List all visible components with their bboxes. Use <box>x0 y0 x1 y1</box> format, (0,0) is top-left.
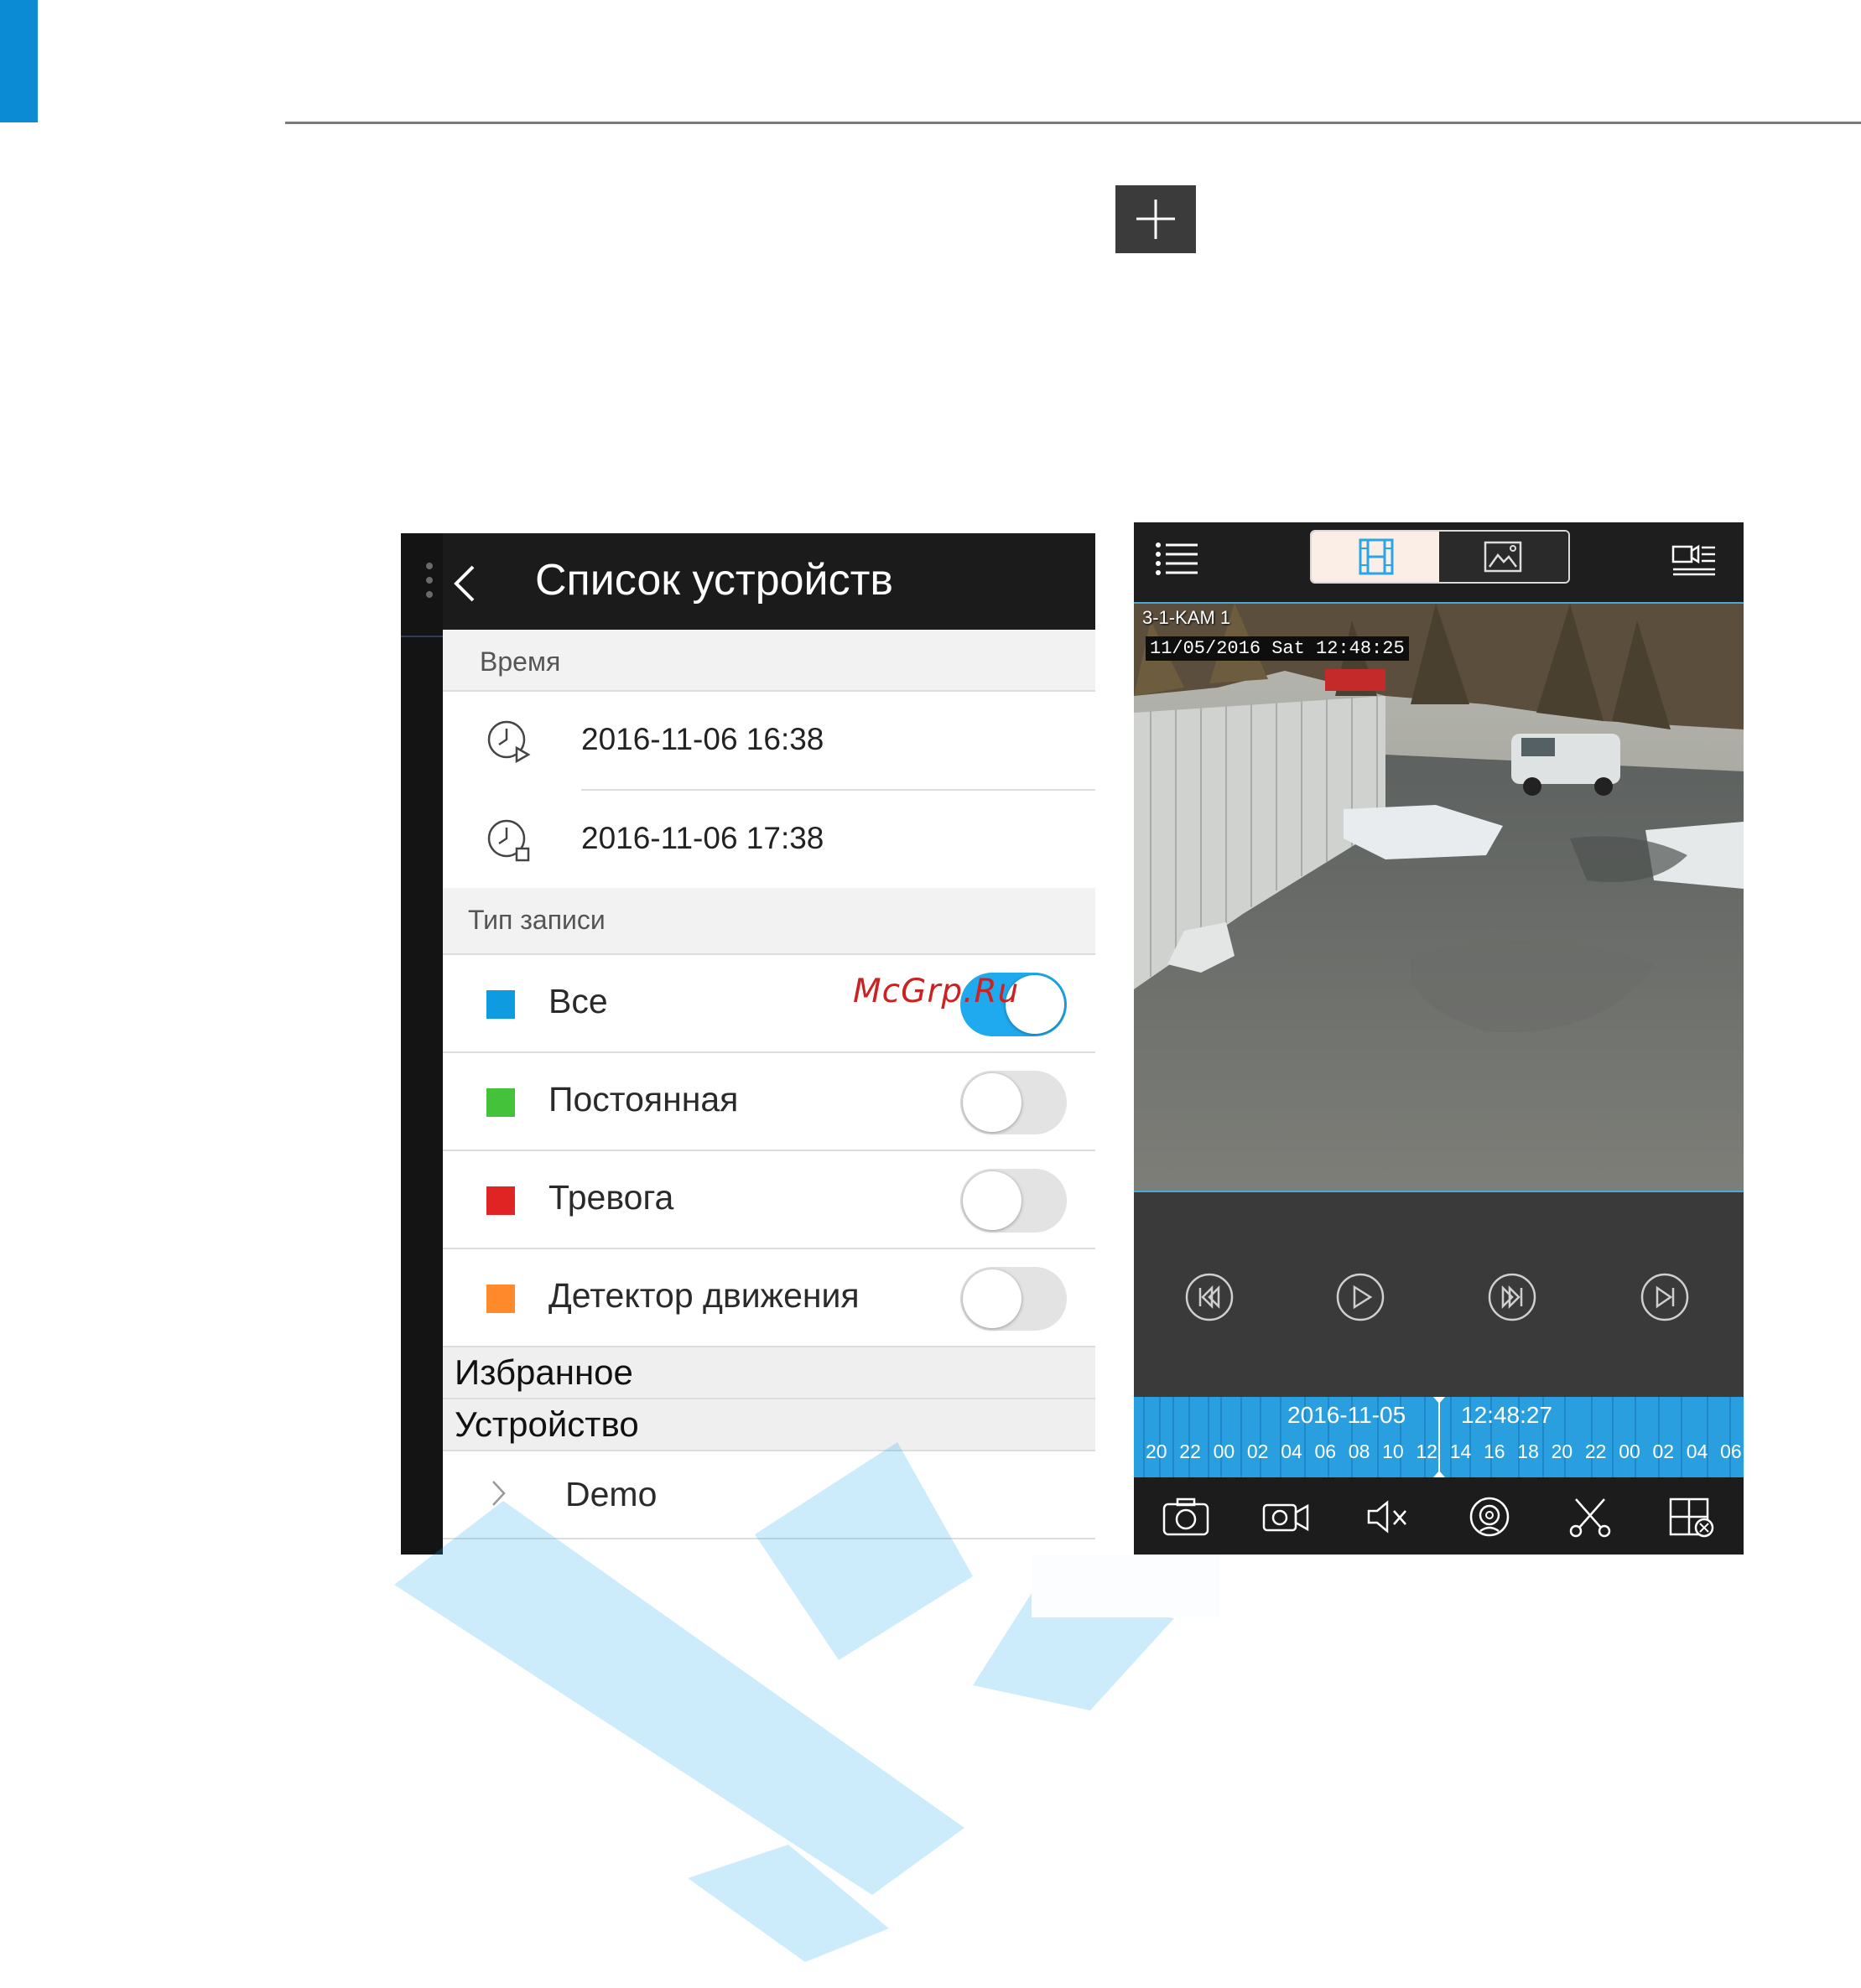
timeline-hour-label: 06 <box>1314 1440 1337 1462</box>
timeline-hour-label: 18 <box>1517 1440 1539 1462</box>
timeline-hour-labels: 20 22 00 02 04 06 08 10 12 14 16 18 20 22 00 02 04 06 <box>1134 1440 1744 1466</box>
device-label: Устройство <box>455 1404 639 1444</box>
page-accent-tab <box>0 0 38 122</box>
record-type-row-alarm[interactable]: Тревога <box>443 1151 1095 1248</box>
device-list-body: Время 2016-11-06 16:38 2016-11-06 17:38 … <box>443 630 1095 1555</box>
header-divider <box>285 122 1861 124</box>
rewind-icon[interactable] <box>1184 1272 1235 1322</box>
timeline-hour-label: 06 <box>1720 1440 1742 1462</box>
timeline-hour-label: 10 <box>1382 1440 1404 1462</box>
film-strip-icon <box>1359 538 1394 575</box>
timeline-hour-label: 22 <box>1179 1440 1201 1462</box>
chevron-left-icon <box>454 565 475 602</box>
color-swatch <box>486 1285 515 1313</box>
segment-image[interactable] <box>1439 532 1568 582</box>
toggle-knob <box>963 1073 1021 1132</box>
edge-line <box>401 636 443 637</box>
close-window-icon[interactable] <box>1667 1496 1716 1538</box>
section-record-type: Тип записи <box>443 888 1095 953</box>
timeline-hour-label: 00 <box>1213 1440 1235 1462</box>
color-swatch <box>486 1088 515 1117</box>
timeline-hour-label: 04 <box>1281 1440 1302 1462</box>
divider <box>443 1538 1095 1539</box>
timeline-hour-label: 12 <box>1416 1440 1437 1462</box>
fast-forward-icon[interactable] <box>1487 1272 1537 1322</box>
image-icon <box>1484 541 1522 573</box>
next-frame-icon[interactable] <box>1640 1272 1690 1322</box>
favorites-header[interactable]: Избранное <box>443 1347 1095 1398</box>
record-type-label: Постоянная <box>548 1080 739 1119</box>
clock-stop-icon <box>487 819 530 862</box>
scissors-icon[interactable] <box>1566 1496 1614 1538</box>
record-type-label: Детектор движения <box>548 1276 860 1315</box>
playback-screen: 3-1-KAM 1 11/05/2016 Sat 12:48:25 2016-1… <box>1134 522 1744 1555</box>
section-record-type-label: Тип записи <box>468 905 606 935</box>
play-icon[interactable] <box>1335 1272 1385 1322</box>
device-name: Demo <box>565 1475 658 1513</box>
timeline-hour-label: 02 <box>1246 1440 1269 1462</box>
favorites-label: Избранное <box>455 1352 633 1392</box>
segment-film[interactable] <box>1312 532 1439 582</box>
toggle-knob <box>963 1269 1021 1328</box>
timeline-hour-label: 20 <box>1146 1440 1167 1462</box>
playhead-marker-top <box>1433 1397 1445 1404</box>
osd-timestamp: 11/05/2016 Sat 12:48:25 <box>1146 636 1409 661</box>
record-type-label: Все <box>548 982 608 1020</box>
plus-icon <box>1115 185 1196 253</box>
timeline-time: 12:48:27 <box>1461 1402 1552 1428</box>
start-time-value: 2016-11-06 16:38 <box>581 722 824 756</box>
back-button[interactable] <box>443 558 485 609</box>
camera-snapshot-icon[interactable] <box>1162 1496 1210 1538</box>
page-title: Список устройств <box>535 556 894 605</box>
timeline-hour-label: 04 <box>1686 1440 1708 1462</box>
camera-scene-image <box>1134 604 1744 1191</box>
record-type-row-motion[interactable]: Детектор движения <box>443 1249 1095 1346</box>
timeline-hour-label: 22 <box>1584 1440 1607 1462</box>
toggle-knob <box>963 1171 1021 1230</box>
chevron-right-icon <box>492 1481 506 1506</box>
record-type-label: Тревога <box>548 1178 674 1217</box>
section-time-label: Время <box>480 646 561 677</box>
video-record-icon[interactable] <box>1261 1496 1310 1538</box>
view-mode-segmented <box>1310 530 1570 584</box>
clock-play-icon <box>487 720 531 764</box>
section-time: Время <box>443 630 1095 690</box>
device-list-screen: Список устройств Время 2016-11-06 16:38 … <box>401 533 1095 1555</box>
device-item-demo[interactable]: Demo <box>443 1451 1095 1538</box>
record-type-row-continuous[interactable]: Постоянная <box>443 1053 1095 1150</box>
watermark-text: McGrp.Ru <box>853 973 1020 1010</box>
timeline-hour-label: 16 <box>1484 1440 1505 1462</box>
timeline-hour-label: 02 <box>1652 1440 1675 1462</box>
list-menu-icon[interactable] <box>1154 540 1199 577</box>
end-time-value: 2016-11-06 17:38 <box>581 821 824 855</box>
device-header[interactable]: Устройство <box>443 1399 1095 1450</box>
start-time-row[interactable]: 2016-11-06 16:38 <box>443 692 1095 788</box>
timeline-date: 2016-11-05 <box>1287 1402 1406 1428</box>
playhead-marker-bottom <box>1433 1471 1445 1477</box>
video-frame[interactable]: 3-1-KAM 1 11/05/2016 Sat 12:48:25 <box>1134 602 1744 1192</box>
end-time-row[interactable]: 2016-11-06 17:38 <box>443 791 1095 887</box>
timeline-hour-label: 00 <box>1619 1440 1640 1462</box>
osd-camera-name: 3-1-KAM 1 <box>1142 607 1231 628</box>
color-swatch <box>486 990 515 1019</box>
timeline-scrubber[interactable]: 2016-11-05 12:48:27 20 22 00 02 04 06 08 10 12 14… <box>1134 1397 1744 1477</box>
camera-list-icon[interactable] <box>1671 539 1718 576</box>
toggle-switch[interactable] <box>960 1071 1067 1134</box>
drag-handle-icon <box>426 563 433 605</box>
mute-icon[interactable] <box>1364 1496 1412 1538</box>
color-swatch <box>486 1186 515 1215</box>
timeline-hour-label: 20 <box>1551 1440 1573 1462</box>
toggle-switch[interactable] <box>960 1267 1067 1331</box>
playback-controls <box>1134 1192 1744 1397</box>
playback-bottom-toolbar <box>1134 1477 1744 1555</box>
ptz-icon[interactable] <box>1465 1496 1514 1538</box>
toggle-switch[interactable] <box>960 1169 1067 1233</box>
timeline-hour-label: 08 <box>1348 1440 1370 1462</box>
timeline-hour-label: 14 <box>1449 1440 1472 1462</box>
